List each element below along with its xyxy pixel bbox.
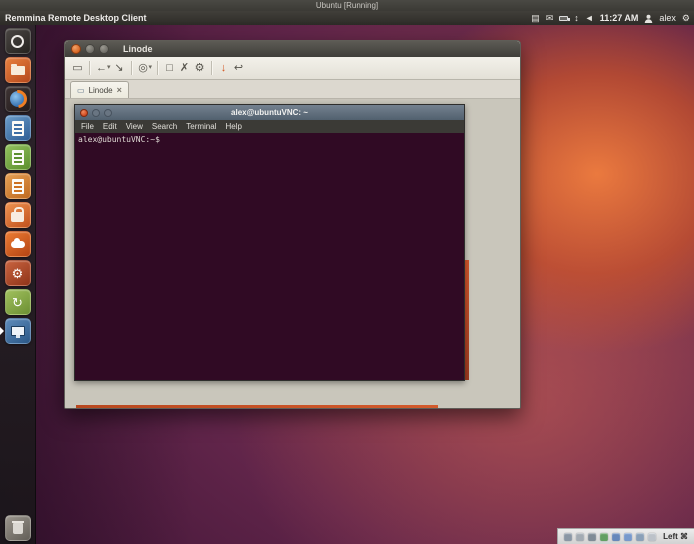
send-keys-icon[interactable]: ↓: [216, 57, 231, 79]
remmina-titlebar[interactable]: Linode: [65, 41, 520, 57]
network-icon[interactable]: ↕: [574, 11, 579, 25]
toolbar-separator: [131, 61, 132, 75]
display-icon[interactable]: [636, 533, 644, 541]
folder-icon: [11, 66, 25, 75]
battery-icon[interactable]: [559, 16, 568, 21]
display-icon[interactable]: ▭: [70, 57, 85, 79]
terminal-close-button[interactable]: [80, 109, 88, 117]
scale-icon[interactable]: ↘: [112, 57, 127, 79]
cloud-icon: [11, 241, 25, 248]
terminal-body[interactable]: alex@ubuntuVNC:~$: [75, 133, 464, 380]
dash-home-button[interactable]: [5, 28, 31, 54]
launcher-item-libreoffice-writer[interactable]: [5, 115, 31, 141]
shopping-bag-icon: [11, 212, 24, 222]
launcher-item-libreoffice-calc[interactable]: [5, 144, 31, 170]
toolbar-separator: [211, 61, 212, 75]
session-gear-icon[interactable]: ⚙: [682, 11, 690, 25]
launcher-item-libreoffice-impress[interactable]: [5, 173, 31, 199]
usb-icon[interactable]: [612, 533, 620, 541]
remmina-window: Linode ▭ ← ▾ ↘ ◎ ▾ □ ✗ ⚙ ↓ ↩ ▭ Linode ×: [64, 40, 521, 409]
tools-icon[interactable]: ✗: [177, 57, 192, 79]
toolbar-separator: [89, 61, 90, 75]
menu-file[interactable]: File: [81, 122, 94, 131]
launcher-item-remmina[interactable]: [5, 318, 31, 344]
minimize-button[interactable]: [85, 44, 95, 54]
remmina-toolbar: ▭ ← ▾ ↘ ◎ ▾ □ ✗ ⚙ ↓ ↩: [65, 57, 520, 80]
menu-search[interactable]: Search: [152, 122, 177, 131]
launcher-item-trash[interactable]: [5, 515, 31, 541]
mouse-icon[interactable]: [648, 533, 656, 541]
terminal-maximize-button[interactable]: [104, 109, 112, 117]
writer-doc-icon: [12, 121, 24, 136]
gear-icon: ⚙: [12, 267, 24, 280]
launcher-item-software-center[interactable]: [5, 202, 31, 228]
tab-linode[interactable]: ▭ Linode ×: [70, 81, 129, 98]
terminal-titlebar[interactable]: alex@ubuntuVNC: ~: [75, 105, 464, 120]
terminal-menubar: File Edit View Search Terminal Help: [75, 120, 464, 133]
vnc-remote-desktop[interactable]: alex@ubuntuVNC: ~ File Edit View Search …: [65, 99, 520, 409]
close-button[interactable]: [71, 44, 81, 54]
shared-folders-icon[interactable]: [624, 533, 632, 541]
ubuntu-logo-icon: [11, 35, 24, 48]
launcher-item-firefox[interactable]: [5, 86, 31, 112]
fullscreen-icon[interactable]: □: [162, 57, 177, 79]
launcher-item-system-settings[interactable]: ⚙: [5, 260, 31, 286]
terminal-minimize-button[interactable]: [92, 109, 100, 117]
hdd-icon[interactable]: [564, 533, 572, 541]
top-panel: Remmina Remote Desktop Client ▤ ✉ ↕ ◄ 11…: [0, 11, 694, 25]
menu-help[interactable]: Help: [225, 122, 241, 131]
refresh-icon: ↻: [12, 296, 23, 309]
remmina-tabbar: ▭ Linode ×: [65, 80, 520, 99]
impress-doc-icon: [12, 179, 24, 194]
settings-icon[interactable]: ⚙: [192, 57, 207, 79]
optical-disc-icon[interactable]: [576, 533, 584, 541]
chevron-down-icon[interactable]: ▾: [149, 57, 153, 79]
launcher-item-home-folder[interactable]: [5, 57, 31, 83]
host-key-label: Left ⌘: [663, 532, 688, 541]
clock[interactable]: 11:27 AM: [600, 13, 639, 23]
firefox-icon: [10, 91, 26, 107]
launcher-item-ubuntu-one[interactable]: [5, 231, 31, 257]
vbox-statusbar: Left ⌘: [557, 528, 694, 544]
menu-edit[interactable]: Edit: [103, 122, 117, 131]
chevron-down-icon[interactable]: ▾: [107, 57, 111, 79]
shell-prompt: alex@ubuntuVNC:~$: [78, 135, 160, 144]
virtualbox-window: { "colors": { "wallpaper_accent": "#c95b…: [0, 0, 694, 544]
terminal-title: alex@ubuntuVNC: ~: [231, 108, 308, 117]
appmenu-title[interactable]: Remmina Remote Desktop Client: [5, 13, 147, 23]
menu-terminal[interactable]: Terminal: [186, 122, 216, 131]
menu-view[interactable]: View: [126, 122, 143, 131]
calc-doc-icon: [12, 150, 24, 165]
audio-icon[interactable]: [588, 533, 596, 541]
running-indicator-arrow: [0, 327, 4, 335]
input-indicator-icon[interactable]: ▤: [531, 11, 540, 25]
unity-launcher: ⚙ ↻: [0, 25, 36, 544]
disconnect-icon[interactable]: ↩: [231, 57, 246, 79]
indicator-area: ▤ ✉ ↕ ◄ 11:27 AM alex ⚙: [531, 11, 690, 25]
toolbar-separator: [157, 61, 158, 75]
mail-icon[interactable]: ✉: [546, 11, 554, 25]
network-icon[interactable]: [600, 533, 608, 541]
vbox-window-title: Ubuntu [Running]: [0, 0, 694, 11]
volume-icon[interactable]: ◄: [585, 11, 594, 25]
terminal-window: alex@ubuntuVNC: ~ File Edit View Search …: [74, 104, 465, 381]
launcher-item-update-manager[interactable]: ↻: [5, 289, 31, 315]
maximize-button[interactable]: [99, 44, 109, 54]
remote-desktop-icon: [11, 326, 25, 336]
username-label[interactable]: alex: [659, 13, 676, 23]
tab-display-icon: ▭: [77, 86, 85, 95]
trash-icon: [13, 523, 23, 534]
tab-close-icon[interactable]: ×: [117, 85, 122, 95]
user-icon: [644, 14, 653, 23]
window-title: Linode: [123, 44, 153, 54]
remote-wallpaper-strip-bottom: [76, 405, 438, 409]
tab-label: Linode: [89, 86, 113, 95]
